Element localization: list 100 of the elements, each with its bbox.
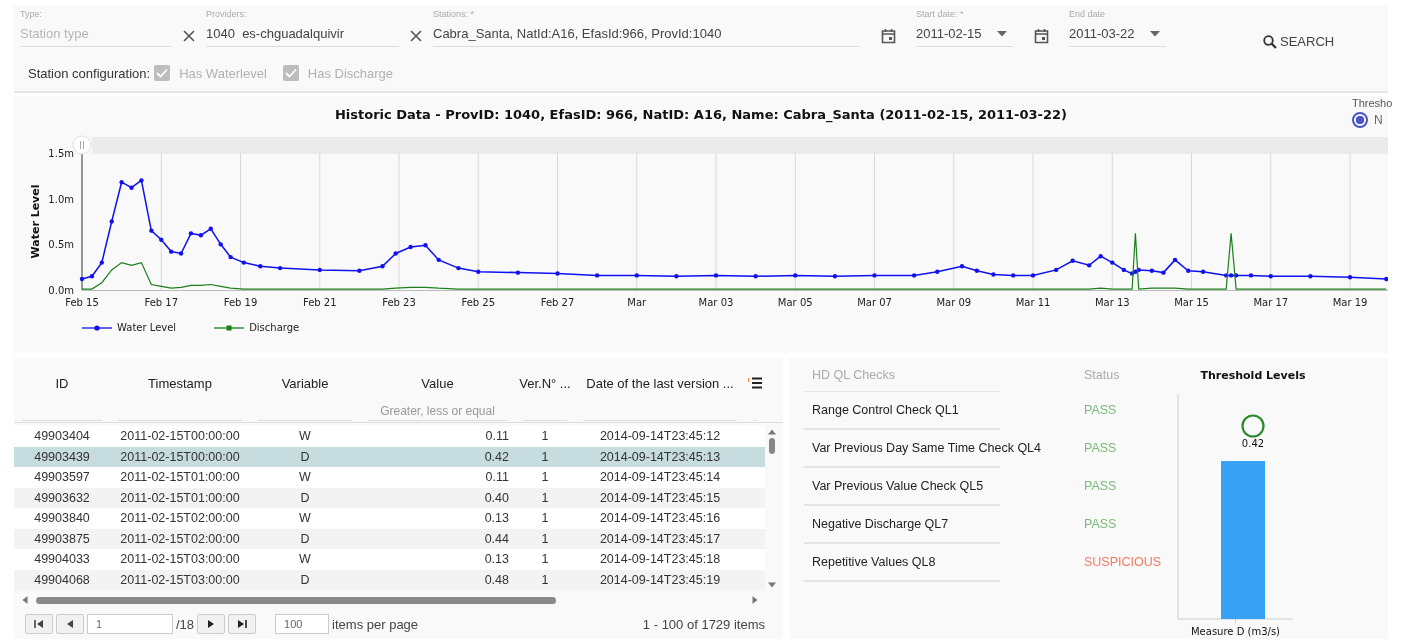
radio-label[interactable]: N	[1374, 113, 1383, 127]
table-cell-text: 2014-09-14T23:45:17	[598, 531, 722, 546]
table-cell-text: 49903632	[33, 490, 91, 505]
table-row[interactable]: 49904068 2011-02-15T03:00:00 D 0.48 1 2014-09-14T23:45:19	[14, 569, 765, 590]
table-cell-text: D	[299, 531, 311, 546]
data-label: 0.42	[1241, 438, 1265, 449]
config-label: Station configuration:	[28, 65, 151, 81]
axis-tick-label: Feb 21	[302, 297, 337, 308]
column-header: HD QL Checks	[811, 367, 896, 382]
axis-tick-label: Mar 03	[698, 297, 734, 308]
page-size-field[interactable]: 100	[275, 614, 330, 634]
table-cell-text: 2011-02-15T01:00:00	[119, 470, 241, 485]
search-button[interactable]: SEARCH	[1261, 31, 1337, 52]
search-icon	[1263, 34, 1277, 49]
last-page-button[interactable]	[228, 614, 257, 634]
first-page-button[interactable]	[25, 614, 53, 634]
table-cell-text: 2014-09-14T23:45:14	[598, 470, 722, 485]
column-header[interactable]: Value	[360, 375, 515, 391]
checkbox-label: Has Waterlevel	[179, 65, 267, 81]
field-label: Stations: *	[433, 8, 476, 21]
table-row[interactable]: 49903840 2011-02-15T02:00:00 W 0.13 1 2014-09-14T23:45:16	[14, 508, 765, 529]
date-field[interactable]: 2011-02-15	[916, 22, 1013, 47]
table-cell-text: 1	[540, 470, 550, 485]
table-row[interactable]: 49903404 2011-02-15T00:00:00 W 0.11 1 2014-09-14T23:45:12	[14, 426, 765, 447]
scroll-right-icon[interactable]	[752, 596, 758, 604]
scroll-left-icon[interactable]	[22, 596, 28, 604]
table-cell-text: 0.42	[483, 449, 510, 464]
calendar-icon[interactable]	[1033, 28, 1049, 44]
next-page-button[interactable]	[197, 614, 226, 634]
table-cell-text: 49903875	[33, 531, 91, 546]
table-cell-text: 2011-02-15T01:00:00	[119, 490, 241, 505]
legend-label[interactable]: Discharge	[249, 322, 300, 333]
clear-icon[interactable]	[183, 30, 195, 42]
table-row[interactable]: 49903875 2011-02-15T02:00:00 D 0.44 1 2014-09-14T23:45:17	[14, 528, 765, 549]
scrollbar-thumb[interactable]	[36, 596, 556, 604]
table-row[interactable]: 49903597 2011-02-15T01:00:00 W 0.11 1 2014-09-14T23:45:14	[14, 467, 765, 488]
table-row[interactable]: 49903632 2011-02-15T01:00:00 D 0.40 1 2014-09-14T23:45:15	[14, 487, 765, 508]
item-count: 1 - 100 of 1729 items	[642, 616, 765, 632]
table-cell-text: 0.44	[483, 531, 510, 546]
column-header[interactable]: Ver.N° ...	[515, 375, 575, 391]
table-cell-text: 0.11	[484, 429, 510, 444]
clear-icon[interactable]	[410, 30, 422, 42]
column-header[interactable]: Date of the last version ...	[575, 375, 745, 391]
table-cell-text: 1	[540, 572, 550, 587]
table-cell-text: 49903404	[33, 429, 91, 444]
axis-tick-label: Mar 15	[1174, 297, 1209, 308]
calendar-icon[interactable]	[880, 28, 896, 44]
scroll-down-icon[interactable]	[768, 582, 776, 588]
column-header[interactable]: Variable	[250, 375, 360, 391]
axis-tick-label: Feb 17	[144, 297, 179, 308]
filter-field[interactable]: Greater, less or equal	[368, 401, 507, 421]
axis-tick-label: 0.0m	[48, 285, 74, 296]
table-cell-text: 49903439	[33, 449, 91, 464]
first-page-icon	[34, 619, 44, 629]
legend-marker-icon	[214, 323, 245, 332]
table-row[interactable]: 49903439 2011-02-15T00:00:00 D 0.42 1 2014-09-14T23:45:13	[14, 446, 765, 467]
input-field[interactable]: 1040 es-chguadalquivir	[206, 22, 399, 47]
menu-icon[interactable]	[748, 377, 762, 389]
table-cell-text: 49904068	[33, 572, 91, 587]
table-cell-text: 2011-02-15T03:00:00	[119, 552, 241, 567]
table-cell-text: 2014-09-14T23:45:19	[598, 572, 722, 587]
date-field[interactable]: 2011-03-22	[1069, 22, 1166, 47]
scrollbar-thumb[interactable]	[769, 438, 775, 454]
caret-icon[interactable]	[1150, 31, 1160, 37]
axis-tick-label: Feb 27	[540, 297, 575, 308]
field-label: End date	[1069, 8, 1107, 21]
page-size-label: items per page	[332, 616, 419, 632]
input-field[interactable]: Cabra_Santa, NatId:A16, EfasId:966, ProvId:1040	[433, 22, 860, 47]
axis-tick-label: Mar 07	[857, 297, 892, 308]
table-cell-text: D	[299, 490, 311, 505]
input-field[interactable]: Station type	[20, 22, 172, 47]
table-cell-text: 2011-02-15T02:00:00	[119, 531, 241, 546]
scroll-up-icon[interactable]	[768, 429, 776, 435]
table-row[interactable]: 49904033 2011-02-15T03:00:00 W 0.13 1 2014-09-14T23:45:18	[14, 549, 765, 570]
table-cell-text: W	[298, 470, 312, 485]
column-header[interactable]: ID	[14, 375, 110, 391]
legend-label[interactable]: Water Level	[117, 322, 177, 333]
page-field[interactable]: 1	[87, 614, 173, 634]
status-text: PASS	[1084, 479, 1117, 493]
axis-tick-label: Mar 19	[1332, 297, 1368, 308]
axis-tick-label: Mar 09	[936, 297, 972, 308]
table-cell-text: 1	[540, 511, 550, 526]
caret-icon[interactable]	[997, 31, 1007, 37]
check-name: Var Previous Value Check QL5	[811, 479, 985, 493]
table-cell-text: 2011-02-15T00:00:00	[119, 429, 241, 444]
axis-tick-label: Mar 13	[1094, 297, 1130, 308]
column-header[interactable]: Timestamp	[110, 375, 250, 391]
check-name: Repetitive Values QL8	[811, 555, 937, 569]
previous-page-button[interactable]	[56, 614, 84, 634]
table-cell-text: 1	[540, 490, 550, 505]
table-cell-text: 2014-09-14T23:45:12	[598, 429, 722, 444]
table-cell-text: D	[299, 572, 311, 587]
chart-title: Historic Data - ProvID: 1040, EfasID: 966, NatID: A16, Name: Cabra_Santa (2011-02-15, 2011-03-22)	[334, 107, 1068, 122]
table-cell-text: 0.48	[483, 572, 510, 587]
radio-button[interactable]	[1352, 112, 1368, 128]
slider-handle[interactable]	[72, 135, 92, 155]
axis-tick-label: Feb 19	[223, 297, 258, 308]
status-text: PASS	[1084, 403, 1117, 417]
column-header: Status	[1084, 367, 1120, 382]
axis-tick-label: Mar 11	[1015, 297, 1051, 308]
